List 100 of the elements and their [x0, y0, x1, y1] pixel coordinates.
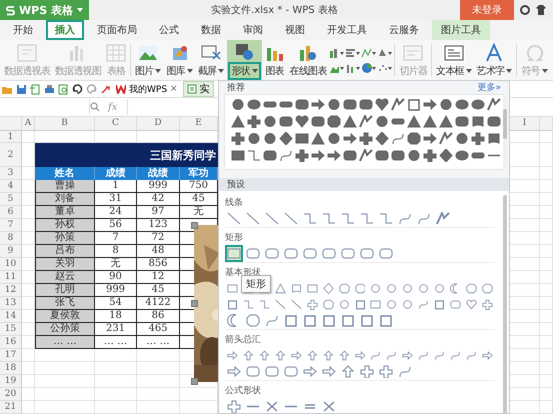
table-cell: … …	[95, 336, 137, 349]
tooltip: 矩形	[241, 275, 271, 293]
ribbon-button[interactable]: 截屏	[196, 42, 226, 78]
table-cell: 1	[95, 180, 137, 193]
table-cell: 24	[95, 206, 137, 219]
table-cell: 72	[137, 232, 180, 245]
table-cell: … …	[35, 336, 95, 349]
ribbon-tab[interactable]: 公式	[150, 20, 188, 40]
table-cell: 86	[137, 310, 180, 323]
column-heading: 军功	[180, 167, 218, 180]
ribbon-button[interactable]: 图片	[133, 42, 164, 78]
table-cell: 48	[137, 245, 180, 258]
column-heading: 成绩	[95, 167, 137, 180]
column-heading: 战绩	[137, 167, 180, 180]
table-cell: 90	[95, 271, 137, 284]
table-cell: 吕布	[35, 245, 95, 258]
row-header[interactable]: 6	[0, 206, 22, 219]
category-title: 矩形	[225, 232, 244, 244]
row-header[interactable]: 21	[0, 401, 22, 414]
window-title: 实验文件.xlsx * - WPS 表格	[210, 4, 339, 17]
section-title: 预设	[227, 178, 245, 191]
table-cell: 999	[137, 180, 180, 193]
row-header[interactable]: 14	[0, 310, 22, 323]
row-header[interactable]: 12	[0, 284, 22, 297]
column-header[interactable]: E	[180, 117, 218, 131]
table-cell: 56	[95, 219, 137, 232]
document-tab[interactable]: 实	[182, 81, 214, 97]
row-header[interactable]: 15	[0, 323, 22, 336]
row-header[interactable]: 17	[0, 349, 22, 362]
app-menu-button[interactable]: WPS 表格	[0, 0, 89, 20]
table-cell: 孙权	[35, 219, 95, 232]
table-cell: … …	[137, 336, 180, 349]
table-cell: 97	[137, 206, 180, 219]
column-header[interactable]: B	[35, 117, 95, 131]
category-title: 箭头总汇	[225, 334, 262, 346]
table-cell: 18	[95, 310, 137, 323]
row-header[interactable]: 19	[0, 375, 22, 388]
ribbon-tab[interactable]: 数据	[192, 20, 230, 40]
row-header[interactable]: 5	[0, 193, 22, 206]
ribbon-tab[interactable]: 审阅	[234, 20, 272, 40]
ribbon-button[interactable]: 文本框	[434, 42, 474, 78]
row-header[interactable]: 18	[0, 362, 22, 375]
ribbon-button[interactable]: 图表	[262, 42, 287, 78]
row-header[interactable]: 9	[0, 245, 22, 258]
row-header[interactable]: 4	[0, 180, 22, 193]
row-header[interactable]: 7	[0, 219, 22, 232]
table-cell: 31	[95, 193, 137, 206]
section-title: 推荐	[227, 82, 245, 94]
more-link[interactable]: 更多»	[477, 81, 501, 94]
table-cell: 7	[95, 232, 137, 245]
row-header[interactable]: 3	[0, 167, 22, 180]
ribbon-tab[interactable]: 页面布局	[88, 20, 146, 40]
column-header[interactable]: A	[22, 117, 35, 131]
table-title: 三国新秀同学	[35, 143, 218, 167]
table-cell: 孔明	[35, 284, 95, 297]
ribbon-button[interactable]: 艺术字	[474, 42, 514, 78]
category-title: 公式形状	[225, 384, 262, 397]
row-header[interactable]: 20	[0, 388, 22, 401]
table-cell: 4122	[137, 297, 180, 310]
ribbon-tab[interactable]: 云服务	[380, 20, 428, 40]
column-header[interactable]: I	[510, 117, 540, 131]
column-header[interactable]: D	[137, 117, 180, 131]
row-header[interactable]: 13	[0, 297, 22, 310]
table-cell: 999	[95, 284, 137, 297]
row-header[interactable]: 10	[0, 258, 22, 271]
table-cell: 8	[95, 245, 137, 258]
ribbon-tab[interactable]: 开始	[4, 20, 42, 40]
ribbon-tab[interactable]: 视图	[276, 20, 314, 40]
table-cell: 刘备	[35, 193, 95, 206]
table-cell: 无	[95, 258, 137, 271]
row-header[interactable]: 8	[0, 232, 22, 245]
login-button[interactable]: 未登录	[460, 0, 514, 20]
table-cell: 曹操	[35, 180, 95, 193]
ribbon-tab[interactable]: 开发工具	[318, 20, 376, 40]
row-header[interactable]: 11	[0, 271, 22, 284]
table-cell: 123	[137, 219, 180, 232]
table-cell: 856	[137, 258, 180, 271]
table-cell: 42	[137, 193, 180, 206]
category-title: 线条	[225, 196, 244, 209]
ribbon-button[interactable]: 图库	[164, 42, 195, 78]
ribbon-button[interactable]: 在线图表	[288, 42, 328, 78]
table-cell: 45	[137, 284, 180, 297]
ribbon-button[interactable]: 形状	[227, 40, 262, 80]
table-cell: 465	[137, 323, 180, 336]
close-button[interactable]: ×	[170, 84, 178, 94]
function-label: fx	[108, 102, 118, 112]
table-cell: 孙策	[35, 232, 95, 245]
ribbon-tab[interactable]: 图片工具	[432, 20, 490, 40]
table-cell: 关羽	[35, 258, 95, 271]
table-cell: 54	[95, 297, 137, 310]
table-cell: 张飞	[35, 297, 95, 310]
column-header[interactable]: C	[95, 117, 137, 131]
row-header[interactable]: 16	[0, 336, 22, 349]
row-header[interactable]: 1	[0, 131, 22, 143]
table-cell: 董卓	[35, 206, 95, 219]
document-tab[interactable]: 我的WPS ×	[114, 82, 180, 96]
ribbon-tab[interactable]: 插入	[46, 20, 84, 40]
row-header[interactable]: 2	[0, 143, 22, 167]
table-cell: 夏侯敦	[35, 310, 95, 323]
table-cell: 公孙策	[35, 323, 95, 336]
